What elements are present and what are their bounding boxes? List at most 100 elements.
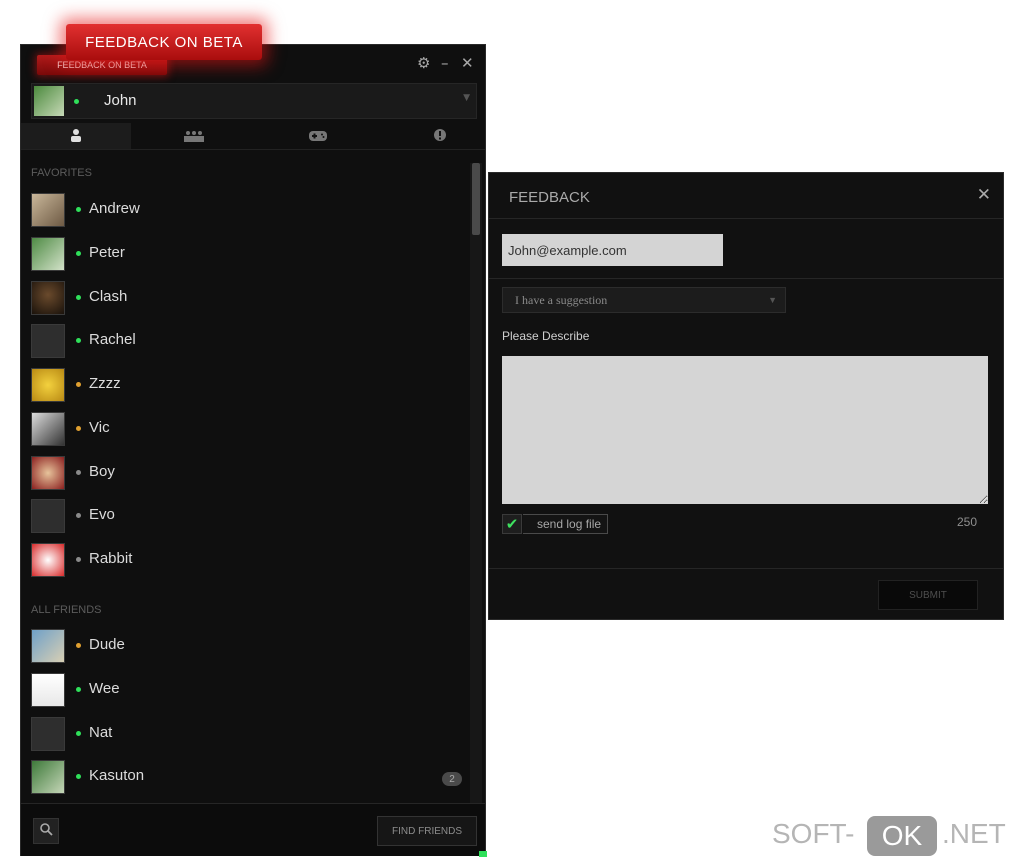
status-icon bbox=[76, 425, 81, 431]
status-icon bbox=[76, 730, 81, 736]
friend-name: Nat bbox=[89, 723, 113, 741]
friends-window: FEEDBACK ON BETA ⚙ – ✕ John ▼ FAVORITES … bbox=[20, 44, 487, 857]
divider bbox=[489, 568, 1003, 569]
list-item[interactable]: Rachel bbox=[31, 322, 461, 360]
avatar bbox=[31, 716, 65, 751]
list-item[interactable]: Zzzz bbox=[31, 366, 461, 404]
friend-name: Zzzz bbox=[89, 375, 121, 392]
tab-friends[interactable] bbox=[21, 123, 131, 149]
feedback-beta-callout[interactable]: FEEDBACK ON BETA bbox=[66, 24, 262, 60]
status-icon bbox=[76, 686, 81, 692]
close-icon[interactable]: ✕ bbox=[461, 55, 474, 71]
friend-name: Evo bbox=[89, 506, 115, 524]
search-icon bbox=[39, 822, 53, 840]
status-icon bbox=[76, 382, 81, 387]
avatar bbox=[31, 324, 65, 359]
status-icon bbox=[76, 250, 81, 256]
list-item[interactable]: Vic bbox=[31, 410, 461, 448]
tab-games[interactable] bbox=[263, 123, 373, 149]
avatar bbox=[31, 193, 65, 227]
alert-icon bbox=[433, 127, 447, 146]
describe-label: Please Describe bbox=[502, 329, 590, 343]
list-item[interactable]: Wee bbox=[31, 671, 461, 709]
bottom-bar: FIND FRIENDS bbox=[21, 803, 485, 856]
list-item[interactable]: Evo bbox=[31, 497, 461, 535]
watermark-left: SOFT- bbox=[772, 818, 855, 849]
friends-tabs bbox=[21, 123, 485, 150]
divider bbox=[489, 218, 1003, 219]
send-log-checkbox[interactable]: ✔ bbox=[502, 514, 522, 534]
status-icon bbox=[76, 294, 81, 300]
friend-name: Boy bbox=[89, 462, 115, 480]
avatar bbox=[31, 672, 65, 707]
list-item[interactable]: Andrew bbox=[31, 191, 461, 229]
status-icon bbox=[76, 774, 81, 780]
friend-name: Rachel bbox=[89, 331, 136, 349]
status-icon bbox=[76, 513, 81, 519]
checkmark-icon: ✔ bbox=[505, 515, 519, 533]
list-item[interactable]: Rabbit bbox=[31, 541, 461, 579]
user-profile-dropdown[interactable]: John ▼ bbox=[31, 83, 477, 119]
friend-name: Peter bbox=[89, 243, 125, 261]
list-item[interactable]: Kasuton bbox=[31, 758, 461, 796]
friend-name: Wee bbox=[89, 679, 120, 697]
list-item[interactable]: Boy bbox=[31, 454, 461, 492]
status-icon bbox=[76, 643, 81, 648]
list-item[interactable]: Clash bbox=[31, 279, 461, 317]
find-friends-button[interactable]: FIND FRIENDS bbox=[377, 816, 477, 846]
all-friends-heading: ALL FRIENDS bbox=[31, 604, 102, 616]
chevron-down-icon: ▼ bbox=[463, 93, 470, 103]
status-icon bbox=[76, 469, 81, 475]
watermark-ok: OK bbox=[867, 816, 937, 856]
friend-name: Andrew bbox=[89, 200, 140, 217]
feedback-category-select[interactable]: I have a suggestion ▼ bbox=[502, 287, 786, 313]
avatar bbox=[31, 760, 65, 795]
chevron-down-icon: ▼ bbox=[768, 295, 777, 305]
tab-notifications[interactable] bbox=[385, 123, 495, 149]
group-icon bbox=[183, 127, 205, 146]
avatar bbox=[31, 411, 65, 446]
list-item[interactable]: Peter bbox=[31, 235, 461, 273]
user-status-icon bbox=[74, 99, 79, 104]
selected-category: I have a suggestion bbox=[515, 293, 608, 307]
tab-groups[interactable] bbox=[139, 123, 249, 149]
avatar bbox=[31, 368, 65, 402]
minimize-icon[interactable]: – bbox=[441, 55, 449, 71]
avatar bbox=[31, 236, 65, 271]
avatar bbox=[31, 543, 65, 577]
gamepad-icon bbox=[308, 127, 328, 146]
list-item[interactable]: Dude bbox=[31, 627, 461, 665]
unread-message-badge: 2 bbox=[442, 772, 462, 786]
user-avatar bbox=[34, 86, 64, 116]
list-item[interactable]: Nat bbox=[31, 715, 461, 753]
favorites-heading: FAVORITES bbox=[31, 167, 92, 179]
avatar bbox=[31, 455, 65, 490]
scrollbar-thumb[interactable] bbox=[472, 163, 480, 235]
status-icon bbox=[76, 338, 81, 344]
feedback-title: FEEDBACK bbox=[509, 189, 590, 206]
send-log-label[interactable]: send log file bbox=[523, 514, 609, 534]
email-input[interactable] bbox=[502, 234, 723, 266]
status-icon bbox=[76, 557, 81, 562]
resize-corner[interactable] bbox=[479, 851, 487, 857]
feedback-dialog: FEEDBACK ✕ I have a suggestion ▼ Please … bbox=[488, 172, 1004, 620]
settings-gear-icon[interactable]: ⚙ bbox=[417, 55, 430, 71]
friend-name: Vic bbox=[89, 418, 110, 436]
watermark-right: .NET bbox=[942, 818, 1006, 849]
friend-name: Rabbit bbox=[89, 550, 133, 567]
divider bbox=[489, 278, 1003, 279]
friend-name: Kasuton bbox=[89, 767, 145, 785]
character-count: 250 bbox=[956, 515, 977, 529]
friend-name: Dude bbox=[89, 636, 125, 653]
description-textarea[interactable] bbox=[502, 356, 988, 504]
submit-button[interactable]: SUBMIT bbox=[878, 580, 978, 610]
avatar bbox=[31, 629, 65, 663]
search-button[interactable] bbox=[33, 818, 59, 844]
status-icon bbox=[76, 207, 81, 212]
scrollbar-track[interactable] bbox=[470, 163, 482, 803]
person-icon bbox=[70, 127, 82, 146]
avatar bbox=[31, 499, 65, 534]
user-name: John bbox=[104, 92, 137, 109]
friend-name: Clash bbox=[89, 287, 128, 305]
close-icon[interactable]: ✕ bbox=[977, 185, 991, 205]
